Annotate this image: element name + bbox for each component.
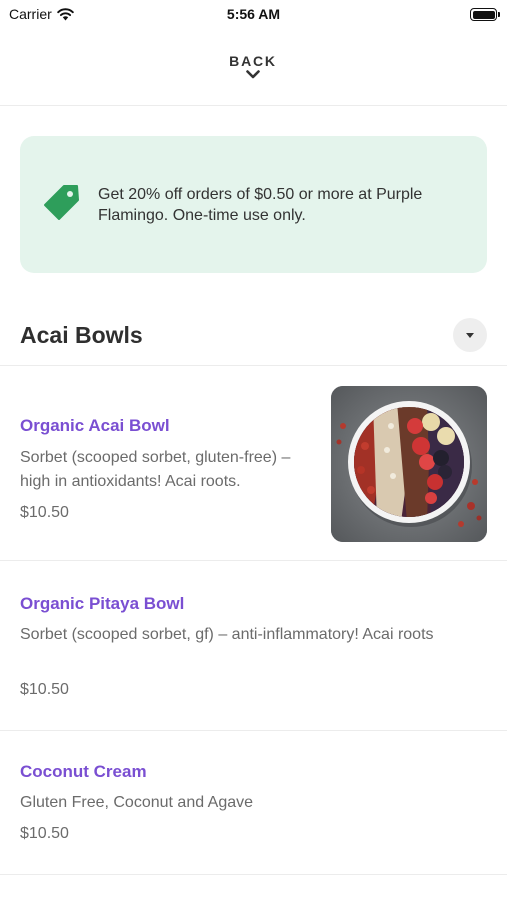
back-label: BACK: [229, 53, 277, 69]
nav-header: BACK: [0, 44, 507, 106]
item-description: Sorbet (scooped sorbet, gf) – anti-infla…: [20, 626, 434, 643]
item-price: $10.50: [20, 681, 69, 698]
tag-icon: [44, 185, 79, 220]
section-title: Acai Bowls: [20, 322, 143, 348]
item-name: Organic Acai Bowl: [20, 416, 170, 435]
promo-banner: Get 20% off orders of $0.50 or more at P…: [20, 136, 487, 273]
menu-item[interactable]: Organic Acai Bowl Sorbet (scooped sorbet…: [0, 366, 507, 561]
promo-text: Get 20% off orders of $0.50 or more at P…: [98, 186, 423, 224]
menu-item[interactable]: Organic Pitaya Bowl Sorbet (scooped sorb…: [0, 561, 507, 731]
acai-bowl-photo: [331, 386, 487, 542]
battery-icon: [470, 8, 500, 21]
caret-down-icon: [466, 332, 474, 338]
back-button[interactable]: BACK: [203, 50, 303, 96]
section-header: Acai Bowls: [0, 300, 507, 366]
item-name: Organic Pitaya Bowl: [20, 594, 185, 613]
item-price: $10.50: [20, 825, 69, 842]
section-collapse-button[interactable]: [453, 318, 487, 352]
chevron-down-icon: [246, 70, 260, 79]
status-bar: Carrier 5:56 AM: [0, 0, 507, 28]
status-time: 5:56 AM: [226, 6, 281, 22]
item-price: $10.50: [20, 504, 69, 521]
item-name: Coconut Cream: [20, 762, 147, 781]
item-description: Gluten Free, Coconut and Agave: [20, 794, 254, 811]
item-description: Sorbet (scooped sorbet, gluten-free) – h…: [20, 449, 291, 490]
menu-item[interactable]: Coconut Cream Gluten Free, Coconut and A…: [0, 731, 507, 875]
